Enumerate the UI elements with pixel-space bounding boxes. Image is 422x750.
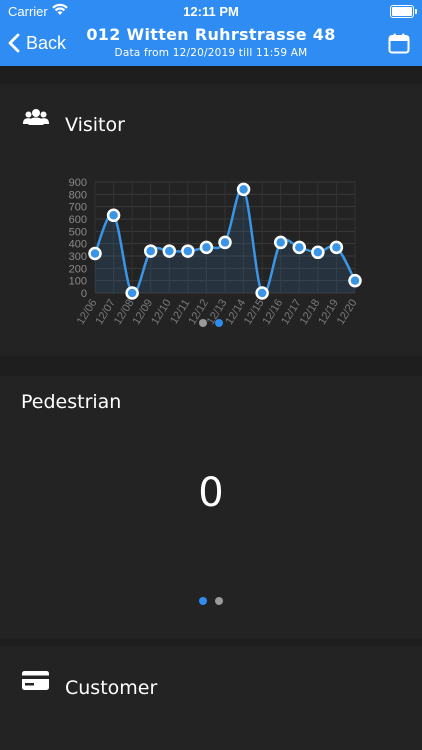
- chart-data-point: [199, 240, 214, 255]
- chart-data-point: [348, 273, 362, 288]
- chart-data-point: [255, 286, 269, 300]
- pedestrian-title: Pedestrian: [21, 391, 122, 413]
- y-tick-label: 200: [69, 263, 87, 275]
- chart-data-point: [218, 235, 232, 250]
- y-tick-label: 0: [81, 288, 87, 300]
- credit-card-icon: [22, 671, 49, 690]
- chart-data-point: [181, 244, 195, 258]
- chart-data-point: [292, 240, 307, 255]
- chart-data-point: [311, 245, 325, 260]
- chart-data-point: [125, 286, 139, 300]
- y-tick-label: 100: [69, 276, 87, 288]
- page-dot[interactable]: [199, 597, 207, 605]
- y-tick-label: 800: [69, 189, 87, 201]
- pedestrian-count: 0: [198, 470, 224, 516]
- y-tick-label: 300: [69, 251, 87, 263]
- y-tick-label: 500: [69, 226, 87, 238]
- chart-data-point: [106, 208, 121, 223]
- chart-data-point: [88, 246, 102, 261]
- chart-data-point: [143, 244, 158, 258]
- page-dot[interactable]: [215, 597, 223, 605]
- chart-data-point: [162, 244, 177, 258]
- page-dot[interactable]: [215, 319, 223, 327]
- x-tick-label: 12/20: [335, 297, 360, 327]
- y-tick-label: 400: [69, 239, 87, 251]
- x-tick-label: 12/10: [149, 297, 174, 327]
- customer-title: Customer: [65, 677, 158, 699]
- chart-data-point: [273, 235, 288, 250]
- customer-card[interactable]: [0, 646, 422, 750]
- visitor-line-chart: 0100200300400500600700800900 12/0612/071…: [69, 177, 362, 327]
- y-tick-label: 900: [69, 177, 87, 189]
- y-tick-label: 700: [69, 202, 87, 214]
- chart-data-point: [329, 240, 344, 255]
- y-tick-label: 600: [69, 214, 87, 226]
- page-dot[interactable]: [199, 319, 207, 327]
- chart-data-point: [236, 182, 251, 197]
